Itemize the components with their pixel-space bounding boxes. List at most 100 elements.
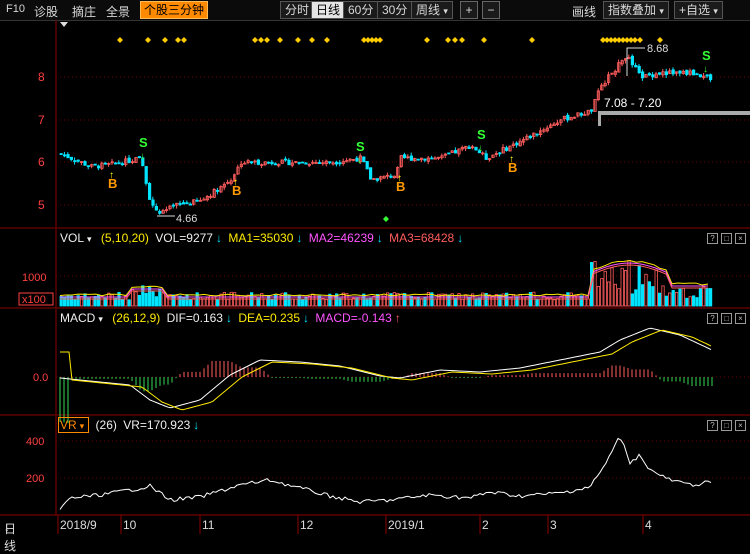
candle: [97, 165, 101, 169]
volume-bar: [290, 298, 295, 307]
volume-bar: [219, 293, 223, 307]
macd-panel[interactable]: [59, 327, 713, 424]
candle: [300, 161, 305, 164]
volume-bar: [474, 298, 478, 307]
volume-bar: [658, 292, 662, 307]
volume-bar: [226, 298, 230, 307]
volume-bar: [409, 295, 414, 307]
signal-diamond: [324, 37, 330, 43]
help-icon[interactable]: ?: [707, 313, 718, 324]
range-bar: [598, 111, 750, 115]
signal-arrow-icon: ↓: [140, 151, 145, 162]
volume-bar: [263, 298, 267, 307]
volume-bar: [562, 294, 567, 307]
signal-diamond: [252, 37, 258, 43]
candle: [678, 70, 682, 74]
vr-value: VR=170.923: [123, 418, 191, 432]
candle: [114, 162, 118, 165]
candle: [362, 156, 366, 163]
volume-bar: [654, 269, 658, 307]
price-panel[interactable]: B↑S↓B↑S↓B↑S↓B↑S↓: [59, 37, 750, 222]
arrow-up-icon: ↑: [394, 311, 401, 325]
candle: [73, 160, 77, 163]
volume-bar: [637, 265, 641, 307]
volume-bar: [559, 295, 563, 307]
macd-indicator-name[interactable]: MACD ▾: [60, 311, 106, 325]
close-icon[interactable]: ×: [735, 420, 746, 431]
volume-bar: [651, 286, 655, 307]
vr-axis-label: 400: [26, 436, 44, 448]
volume-bar: [603, 270, 607, 307]
volume-bar: [644, 273, 648, 307]
vr-line: [59, 437, 712, 510]
candle: [154, 205, 158, 211]
volume-bar: [552, 299, 556, 307]
signal-diamond: [145, 37, 151, 43]
signal-diamond: [452, 37, 458, 43]
volume-bar: [641, 284, 645, 307]
date-label: 2: [482, 518, 489, 532]
dropdown-icon: ▾: [79, 421, 85, 431]
candle: [317, 162, 322, 164]
volume-bar: [515, 296, 519, 307]
candle: [178, 203, 182, 205]
volume-bar: [664, 295, 669, 307]
candle: [590, 109, 594, 112]
help-icon[interactable]: ?: [707, 233, 718, 244]
volume-bar: [692, 295, 696, 307]
signal-arrow-icon: ↓: [357, 155, 362, 166]
volume-panel[interactable]: [59, 260, 713, 307]
candle: [266, 161, 271, 164]
signal-arrow-icon: ↑: [109, 170, 114, 181]
volume-bar: [460, 298, 465, 307]
arrow-down-icon: ↓: [376, 231, 383, 245]
dropdown-icon: ▾: [87, 234, 92, 244]
candle: [63, 154, 67, 157]
range-label: 7.08 - 7.20: [604, 96, 662, 110]
volume-bar: [192, 298, 196, 307]
maximize-icon[interactable]: □: [721, 420, 732, 431]
volume-bar: [607, 281, 611, 307]
volume-bar: [185, 294, 189, 307]
volume-bar: [668, 292, 672, 307]
maximize-icon[interactable]: □: [721, 313, 732, 324]
volume-bar: [443, 293, 448, 307]
volume-bar: [647, 281, 652, 307]
vol-indicator-name[interactable]: VOL ▾: [60, 231, 95, 245]
dif-line: [59, 327, 712, 409]
candle: [256, 159, 261, 165]
signal-diamond: [424, 37, 430, 43]
volume-bar: [120, 298, 124, 307]
volume-bar: [311, 293, 315, 307]
volume-bar: [294, 298, 298, 307]
sell-signal: S: [139, 135, 148, 150]
date-label: 12: [300, 518, 314, 532]
candle: [76, 159, 80, 162]
stock-chart-window: F10 诊股 摘庄 全景 个股三分钟 分时 日线 60分 30分 周线 ▾ + …: [0, 0, 750, 553]
candle: [171, 204, 175, 207]
vol-value: VOL=9277: [155, 231, 213, 245]
volume-bar: [695, 297, 699, 307]
help-icon[interactable]: ?: [707, 420, 718, 431]
volume-bar: [300, 298, 305, 307]
ma2-value: MA2=46239: [308, 231, 374, 245]
candle: [283, 158, 288, 161]
signal-arrow-icon: ↑: [397, 173, 402, 184]
close-icon[interactable]: ×: [735, 233, 746, 244]
volume-bar: [627, 260, 631, 307]
maximize-icon[interactable]: □: [721, 233, 732, 244]
volume-bar: [379, 294, 383, 307]
candle: [474, 146, 478, 151]
vr-panel-buttons: ? □ ×: [704, 420, 746, 431]
vr-panel[interactable]: [59, 437, 712, 510]
close-icon[interactable]: ×: [735, 313, 746, 324]
sell-signal: S: [702, 48, 711, 63]
candle: [641, 71, 645, 79]
candle: [195, 199, 199, 202]
vr-indicator-name[interactable]: VR ▾: [58, 417, 90, 433]
chart-canvas[interactable]: B↑S↓B↑S↓B↑S↓B↑S↓ 8 7 6 5 8.68 4.66 7.08 …: [0, 0, 750, 534]
volume-bar: [610, 267, 614, 307]
signal-arrow-icon: ↓: [478, 143, 483, 154]
candle: [273, 163, 278, 166]
volume-bar: [317, 295, 322, 307]
